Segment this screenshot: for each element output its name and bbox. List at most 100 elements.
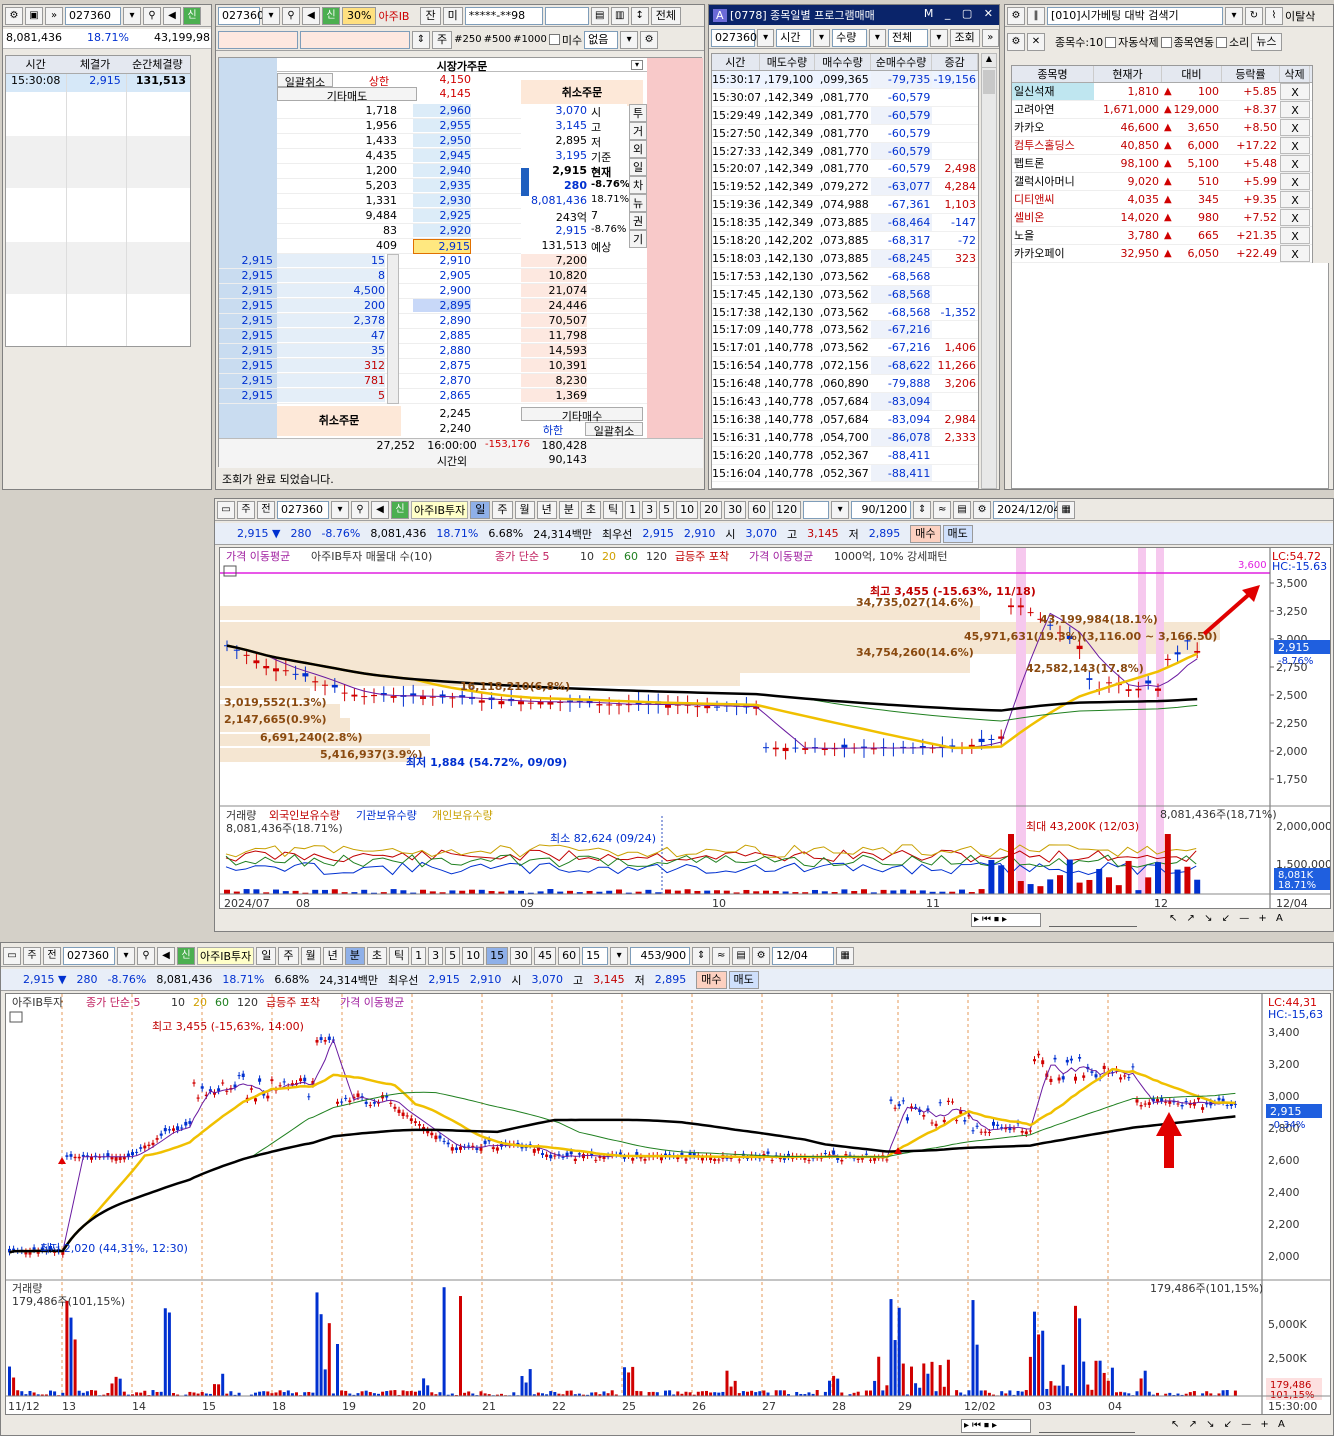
speaker-icon[interactable]: ◀ — [302, 6, 320, 25]
delete-button[interactable]: X — [1280, 119, 1310, 136]
program-row[interactable]: 15:16:38 ,140,778 ,057,684 -83,094 2,984 — [712, 410, 978, 429]
bid-price[interactable]: 2,895 — [413, 299, 471, 312]
search-icon[interactable]: ⚲ — [143, 6, 161, 25]
gear-icon[interactable]: ⚙ — [973, 500, 992, 519]
search-icon[interactable]: ⚲ — [137, 946, 155, 965]
ask-price[interactable]: 2,920 — [413, 224, 471, 237]
ask-price[interactable]: 2,950 — [413, 134, 471, 147]
program-row[interactable]: 15:17:38 ,142,130 ,073,562 -68,568 -1,352 — [712, 303, 978, 322]
dropdown-icon[interactable]: ▾ — [757, 28, 775, 47]
all-button[interactable]: 전체 — [650, 6, 681, 25]
bid-row[interactable]: 2,915 8 2,905 10,820 — [219, 269, 647, 284]
screener-row[interactable]: 디티앤씨 4,035 ▲ 345 +9.35 X — [1012, 191, 1312, 209]
ask-price[interactable]: 2,945 — [413, 149, 471, 162]
side-tab[interactable]: 투 — [629, 104, 647, 122]
exit-delete-label[interactable]: 이탈삭 — [1285, 8, 1315, 24]
link-checkbox[interactable] — [1160, 36, 1172, 48]
bid-price[interactable]: 2,870 — [413, 374, 471, 387]
option-select[interactable]: 없음 — [584, 30, 619, 49]
period-tab[interactable]: 월 — [514, 500, 535, 519]
chart1-volume-legend[interactable]: 외국인보유수량 — [269, 809, 340, 822]
calendar-icon[interactable]: ▦ — [836, 946, 855, 965]
delete-button[interactable]: X — [1280, 155, 1310, 172]
chart1-plot[interactable]: 가격 이동평균 아주IB투자 매물대 수(10) 종가 단순 5 10 20 60 120 급… — [219, 547, 1331, 909]
screener-row[interactable]: 셀비온 14,020 ▲ 980 +7.52 X — [1012, 209, 1312, 227]
bid-price[interactable]: 2,905 — [413, 269, 471, 282]
qty-1000[interactable]: #1000 — [513, 34, 547, 45]
period-tab[interactable]: 초 — [580, 500, 602, 519]
stock-code-input[interactable]: 027360 — [218, 6, 264, 25]
program-row[interactable]: 15:27:33 ,142,349 ,081,770 -60,579 — [712, 142, 978, 161]
side-tab[interactable]: 외 — [629, 140, 647, 158]
bid-row[interactable]: 2,915 4,500 2,900 21,074 — [219, 284, 647, 299]
search-icon[interactable]: ⚲ — [351, 500, 369, 519]
screener-row[interactable]: 갤럭시아머니 9,020 ▲ 510 +5.99 X — [1012, 173, 1312, 191]
period-tab[interactable]: 년 — [322, 946, 343, 965]
period-tab[interactable]: 월 — [300, 946, 321, 965]
stock-code-input[interactable]: 027360 — [65, 6, 121, 25]
bid-row[interactable]: 2,915 781 2,870 8,230 — [219, 374, 647, 389]
delete-button[interactable]: X — [1280, 83, 1310, 100]
chart1-legend-item[interactable]: 가격 이동평균 — [749, 550, 813, 563]
chart-icon[interactable]: ⌇ — [1265, 6, 1283, 25]
ask-row[interactable]: 1,200 2,940 — [277, 164, 521, 179]
dropdown-icon[interactable]: ▾ — [117, 946, 135, 965]
side-tab[interactable]: 뉴 — [629, 194, 647, 212]
all-select[interactable]: 전체 — [887, 28, 929, 47]
program-row[interactable]: 15:27:50 ,142,349 ,081,770 -60,579 — [712, 124, 978, 143]
period-tab[interactable]: 틱 — [603, 500, 624, 519]
buy-button[interactable]: 매수 — [696, 970, 727, 989]
chart1-legend-item[interactable]: 급등주 포착 — [675, 550, 729, 563]
password-input[interactable] — [544, 6, 589, 25]
account-input[interactable]: *****-**98 — [464, 6, 543, 25]
bid-row[interactable]: 2,915 2,378 2,890 70,507 — [219, 314, 647, 329]
program-row[interactable]: 15:16:20 ,140,778 ,052,367 -88,411 — [712, 446, 978, 465]
program-row[interactable]: 15:30:17 ,179,100 ,099,365 -79,735 -19,156 — [712, 71, 978, 89]
dropdown-icon[interactable]: ▾ — [831, 500, 850, 519]
chart2-legend-item[interactable]: 60 — [215, 996, 229, 1009]
dropdown-icon[interactable]: ▾ — [631, 60, 643, 70]
side-tab[interactable]: 거 — [629, 122, 647, 140]
layout-icon[interactable]: ▭ — [217, 500, 235, 519]
save-icon[interactable]: ▤ — [953, 500, 972, 519]
period-tab[interactable]: 일 — [470, 500, 491, 519]
bid-row[interactable]: 2,915 15 2,910 7,200 — [219, 254, 647, 269]
other-sell-button[interactable]: 기타매도 — [277, 87, 417, 103]
chart2-tool-icons[interactable]: ↖ ↗ ↘ ↙ — + A — [1171, 1419, 1327, 1430]
scrollbar[interactable]: ▲ — [981, 53, 997, 489]
chart1-legend-item[interactable]: 10 — [580, 550, 594, 563]
delete-button[interactable]: X — [1280, 137, 1310, 154]
program-row[interactable]: 15:16:54 ,140,778 ,072,156 -68,622 11,266 — [712, 357, 978, 376]
cancel-order-button-2[interactable]: 취소주문 — [277, 406, 401, 436]
chart1-legend-item[interactable]: 1000억, 10% 강세패턴 — [834, 550, 948, 563]
prev-icon[interactable]: 전 — [257, 500, 275, 519]
new-badge-icon[interactable]: 신 — [183, 6, 201, 25]
chart2-legend-item[interactable]: 아주IB투자 — [12, 996, 63, 1009]
ask-price[interactable]: 2,930 — [413, 194, 471, 207]
ask-row[interactable]: 4,435 2,945 — [277, 149, 521, 164]
sell-button[interactable]: 매도 — [728, 970, 759, 989]
ask-row[interactable]: 1,331 2,930 — [277, 194, 521, 209]
spin-icon[interactable]: ⇕ — [412, 30, 430, 49]
cancel-all-button-2[interactable]: 일괄취소 — [585, 422, 643, 438]
program-row[interactable]: 15:19:52 ,142,349 ,079,272 -63,077 4,284 — [712, 178, 978, 197]
pending-button[interactable]: 미 — [442, 6, 463, 25]
calendar-icon[interactable]: ▦ — [1057, 500, 1076, 519]
new-badge-icon[interactable]: 신 — [322, 6, 340, 25]
bid-row[interactable]: 2,915 35 2,880 14,593 — [219, 344, 647, 359]
interval-button[interactable]: 10 — [676, 500, 699, 519]
program-row[interactable]: 15:17:01 ,140,778 ,073,562 -67,216 1,406 — [712, 339, 978, 358]
program-row[interactable]: 15:18:20 ,142,202 ,073,885 -68,317 -72 — [712, 232, 978, 250]
speaker-icon[interactable]: ◀ — [371, 500, 389, 519]
dropdown-icon[interactable]: ▾ — [620, 30, 639, 49]
interval-button[interactable]: 60 — [558, 946, 581, 965]
layout-icon[interactable]: ▭ — [3, 946, 21, 965]
chart1-legend-item[interactable]: 종가 단순 5 — [495, 550, 549, 563]
chart1-legend-item[interactable]: 120 — [646, 550, 667, 563]
cancel-all-button[interactable]: 일괄취소 — [277, 73, 333, 89]
screener-row[interactable]: 카카오 46,600 ▲ 3,650 +8.50 X — [1012, 119, 1312, 137]
qty-select[interactable]: 수량 — [832, 28, 867, 47]
program-row[interactable]: 15:30:07 ,142,349 ,081,770 -60,579 — [712, 88, 978, 107]
refresh-icon[interactable]: ↻ — [1245, 6, 1263, 25]
delete-button[interactable]: X — [1280, 191, 1310, 208]
